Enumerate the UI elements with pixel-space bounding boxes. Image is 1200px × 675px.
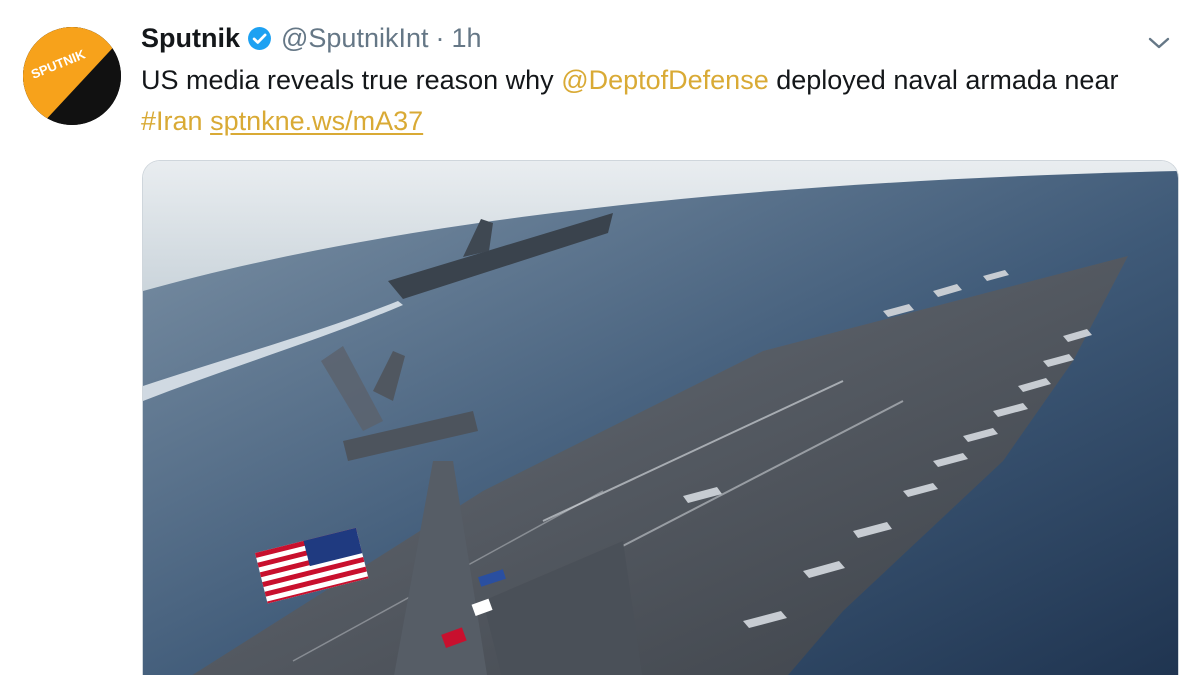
url-link[interactable]: sptnkne.ws/mA37 <box>210 106 423 136</box>
display-name[interactable]: Sputnik <box>141 23 240 54</box>
tweet-text-line-2: #Iran sptnkne.ws/mA37 <box>141 101 1181 142</box>
text-part-1: US media reveals true reason why <box>141 65 562 95</box>
aircraft-carrier-photo <box>143 161 1178 675</box>
verified-badge-icon <box>247 26 272 51</box>
text-part-2: deployed naval armada near <box>768 65 1119 95</box>
sputnik-logo: SPUTNIK <box>23 27 121 125</box>
timestamp[interactable]: 1h <box>452 23 482 54</box>
user-handle[interactable]: @SputnikInt <box>281 23 429 54</box>
tweet-header: Sputnik @SputnikInt · 1h <box>141 18 482 58</box>
tweet-card[interactable]: SPUTNIK Sputnik @SputnikInt · 1h US medi… <box>0 0 1200 675</box>
tweet-media-image[interactable] <box>142 160 1179 675</box>
avatar[interactable]: SPUTNIK <box>23 27 121 125</box>
mention-link[interactable]: @DeptofDefense <box>561 65 769 95</box>
chevron-down-icon[interactable] <box>1146 30 1172 56</box>
tweet-text-line-1: US media reveals true reason why @Deptof… <box>141 60 1181 101</box>
hashtag-link[interactable]: #Iran <box>141 106 203 136</box>
tweet-text: US media reveals true reason why @Deptof… <box>141 60 1181 142</box>
separator-dot: · <box>435 22 445 53</box>
